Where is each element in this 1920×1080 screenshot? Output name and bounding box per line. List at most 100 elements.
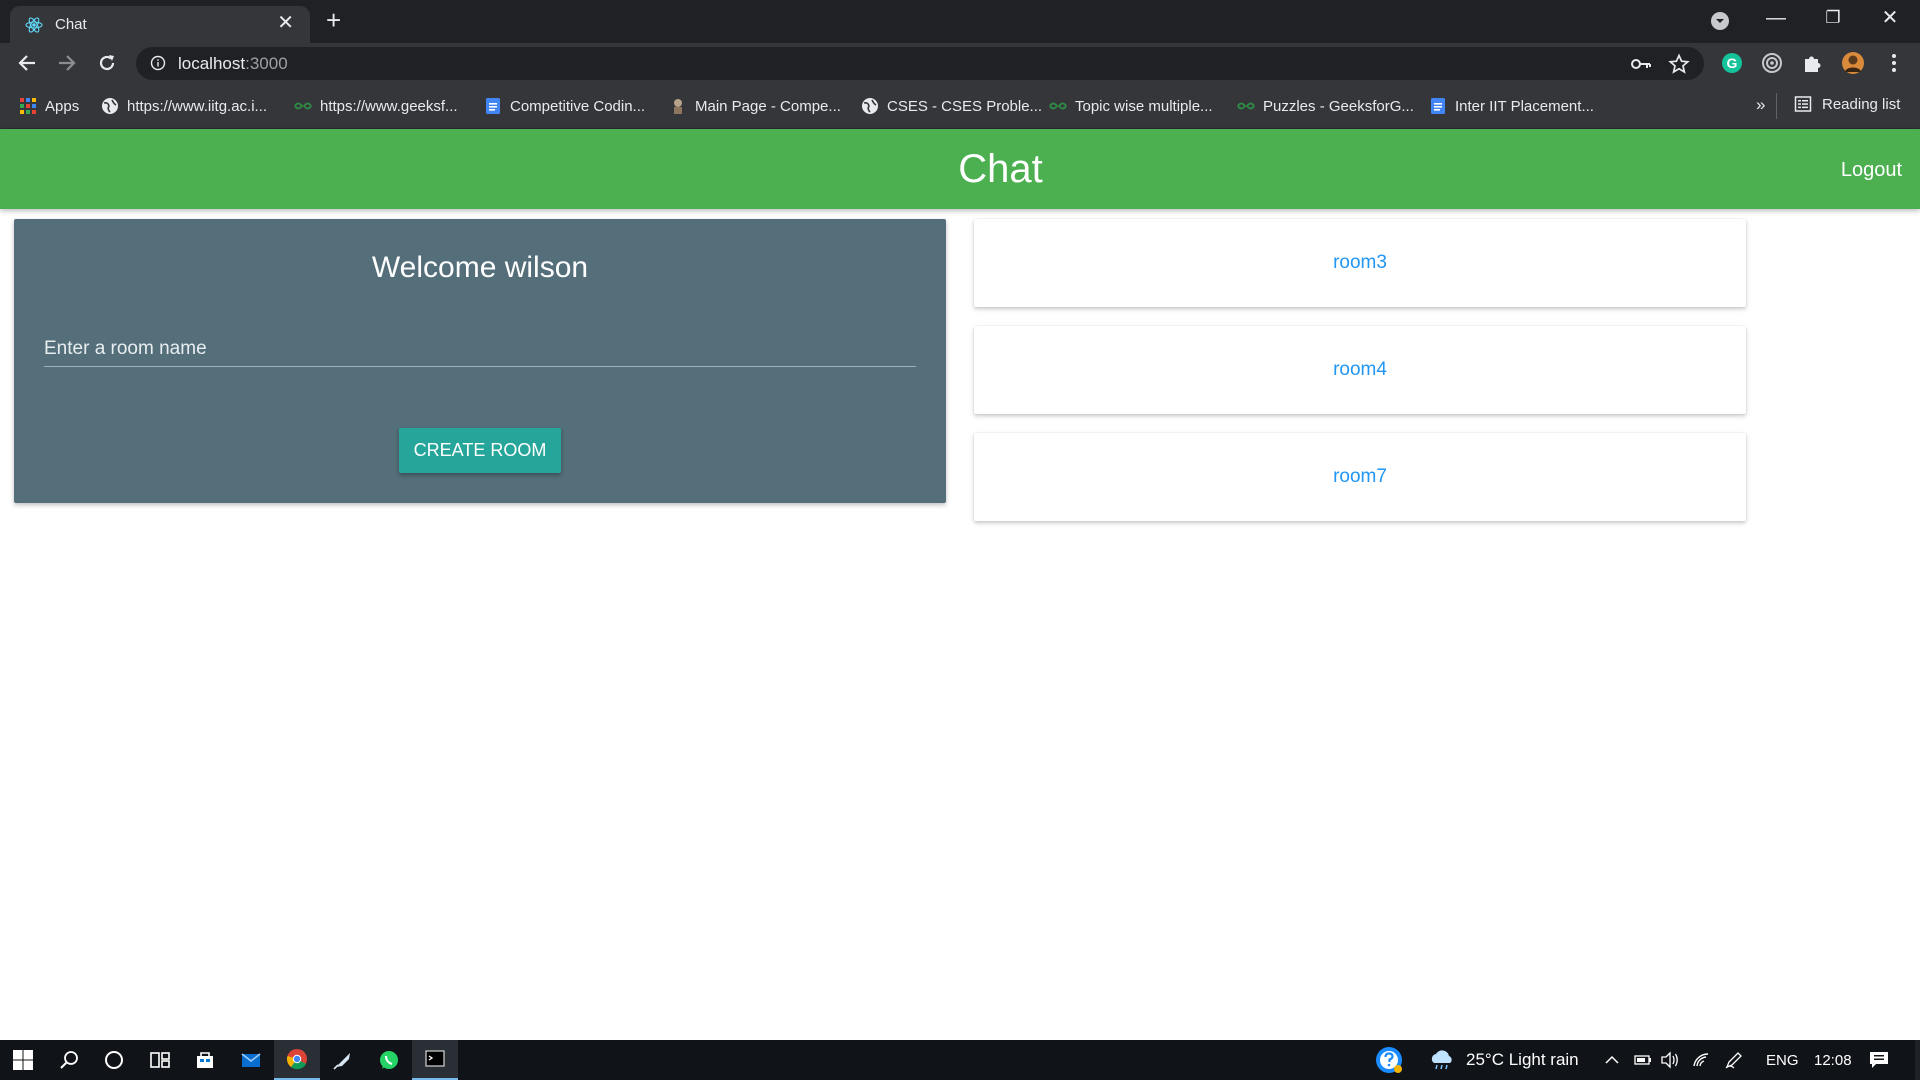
reload-icon[interactable] [96,52,118,74]
taskbar-chrome[interactable] [274,1040,320,1080]
taskbar-terminal[interactable] [412,1040,458,1080]
pen-icon[interactable] [1724,1050,1744,1070]
globe-icon [102,98,118,114]
windows-logo-icon [13,1050,33,1070]
tab-title: Chat [55,16,87,33]
profile-avatar-icon[interactable] [1841,51,1865,75]
store-bag-icon [197,1052,213,1068]
browser-titlebar: Chat ✕ + — ❐ ✕ [0,0,1920,43]
task-view-button[interactable] [137,1040,183,1080]
bookmark-label: CSES - CSES Proble... [887,97,1043,115]
site-info-icon[interactable] [150,55,166,71]
room-link[interactable]: room7 [1333,466,1387,488]
weather-widget[interactable]: 25°C Light rain [1428,1040,1579,1080]
notifications-icon[interactable] [1868,1050,1890,1070]
bookmark-geeksforgeeks[interactable]: https://www.geeksf... [294,95,458,117]
welcome-heading: Welcome wilson [371,251,589,284]
volume-icon[interactable] [1660,1051,1680,1069]
bookmark-label: Topic wise multiple... [1075,97,1213,115]
bookmark-label: https://www.geeksf... [320,97,458,115]
room-link[interactable]: room3 [1333,252,1387,274]
taskbar-app[interactable] [320,1040,366,1080]
task-view-icon [150,1052,170,1068]
bookmark-apps[interactable]: Apps [19,95,79,117]
bookmarks-bar: Apps https://www.iitg.ac.i... https://ww… [0,83,1920,129]
room-name-input[interactable] [44,331,916,367]
search-button[interactable] [46,1040,92,1080]
globe-icon [862,98,878,114]
reading-list-icon [1794,96,1812,112]
url-text: localhost:3000 [178,54,288,74]
tab-close-icon[interactable]: ✕ [277,13,294,33]
url-host: localhost [178,54,246,73]
taskbar-store[interactable] [182,1040,228,1080]
google-docs-icon [1431,98,1445,114]
room-link[interactable]: room4 [1333,359,1387,381]
bookmark-puzzles[interactable]: Puzzles - GeeksforG... [1237,95,1414,117]
bookmark-label: Inter IIT Placement... [1455,97,1594,115]
chevron-up-icon[interactable] [1604,1053,1620,1067]
bookmark-inter-iit[interactable]: Inter IIT Placement... [1429,95,1594,117]
bookmark-iitg[interactable]: https://www.iitg.ac.i... [101,95,267,117]
taskbar-whatsapp[interactable] [366,1040,412,1080]
more-bookmarks-button[interactable]: » [1756,95,1765,115]
bookmark-label: Main Page - Compe... [695,97,841,115]
key-icon[interactable] [1630,54,1652,74]
bookmark-label: https://www.iitg.ac.i... [127,97,268,115]
cortana-button[interactable] [91,1040,137,1080]
cortana-circle-icon [105,1051,123,1069]
clock[interactable]: 12:08 [1814,1040,1852,1080]
more-menu-icon[interactable] [1882,51,1906,75]
room-card[interactable]: room4 [974,326,1746,414]
geeksforgeeks-icon [294,102,312,110]
bookmark-main-page[interactable]: Main Page - Compe... [669,95,841,117]
app-feather-icon [333,1053,350,1070]
room-card[interactable]: room3 [974,219,1746,307]
emblem-icon [674,99,682,114]
address-bar[interactable]: localhost:3000 [136,47,1704,80]
create-room-button[interactable]: CREATE ROOM [399,428,561,473]
minimize-button[interactable]: — [1756,6,1796,30]
bookmarks-separator [1776,93,1777,119]
tab-search-icon[interactable] [1710,11,1730,31]
wifi-icon[interactable] [1692,1052,1712,1068]
google-docs-icon [486,98,500,114]
time-text: 12:08 [1814,1051,1852,1069]
bookmark-cses[interactable]: CSES - CSES Proble... [861,95,1042,117]
bookmark-label: Apps [45,97,80,115]
apps-grid-icon [20,98,36,114]
new-tab-button[interactable]: + [326,7,341,33]
show-desktop-button[interactable] [1915,1040,1920,1080]
target-extension-icon[interactable] [1760,51,1784,75]
url-port: :3000 [245,54,288,73]
grammarly-icon[interactable]: G [1720,51,1744,75]
bookmark-label: Puzzles - GeeksforG... [1263,97,1414,115]
room-card[interactable]: room7 [974,433,1746,521]
back-arrow-icon[interactable] [16,52,38,74]
bookmark-star-icon[interactable] [1668,53,1690,75]
puzzle-extensions-icon[interactable] [1800,51,1824,75]
forward-arrow-icon[interactable] [56,52,78,74]
geeksforgeeks-icon [1049,102,1067,110]
grammarly-letter: G [1727,55,1738,71]
close-window-button[interactable]: ✕ [1870,6,1910,30]
windows-taskbar: 25°C Light rain ENG 12:08 [0,1040,1920,1080]
maximize-button[interactable]: ❐ [1813,6,1853,30]
battery-icon[interactable] [1632,1052,1652,1068]
chrome-icon [287,1049,307,1070]
bookmark-label: Competitive Codin... [510,97,646,115]
bookmark-competitive-coding[interactable]: Competitive Codin... [484,95,645,117]
start-button[interactable] [0,1040,46,1080]
rain-cloud-icon [1431,1050,1452,1070]
language-indicator[interactable]: ENG [1766,1040,1799,1080]
browser-tab-chat[interactable]: Chat ✕ [10,6,310,43]
taskbar-mail[interactable] [228,1040,274,1080]
app-title: Chat [958,147,1043,191]
reading-list-button[interactable]: Reading list [1794,95,1900,113]
help-tray-button[interactable] [1374,1040,1404,1080]
language-text: ENG [1766,1051,1799,1069]
create-room-card: Welcome wilson CREATE ROOM [14,219,946,503]
bookmark-topic-wise[interactable]: Topic wise multiple... [1049,95,1213,117]
app-header: Chat Logout [0,129,1920,209]
logout-link[interactable]: Logout [1841,159,1902,182]
